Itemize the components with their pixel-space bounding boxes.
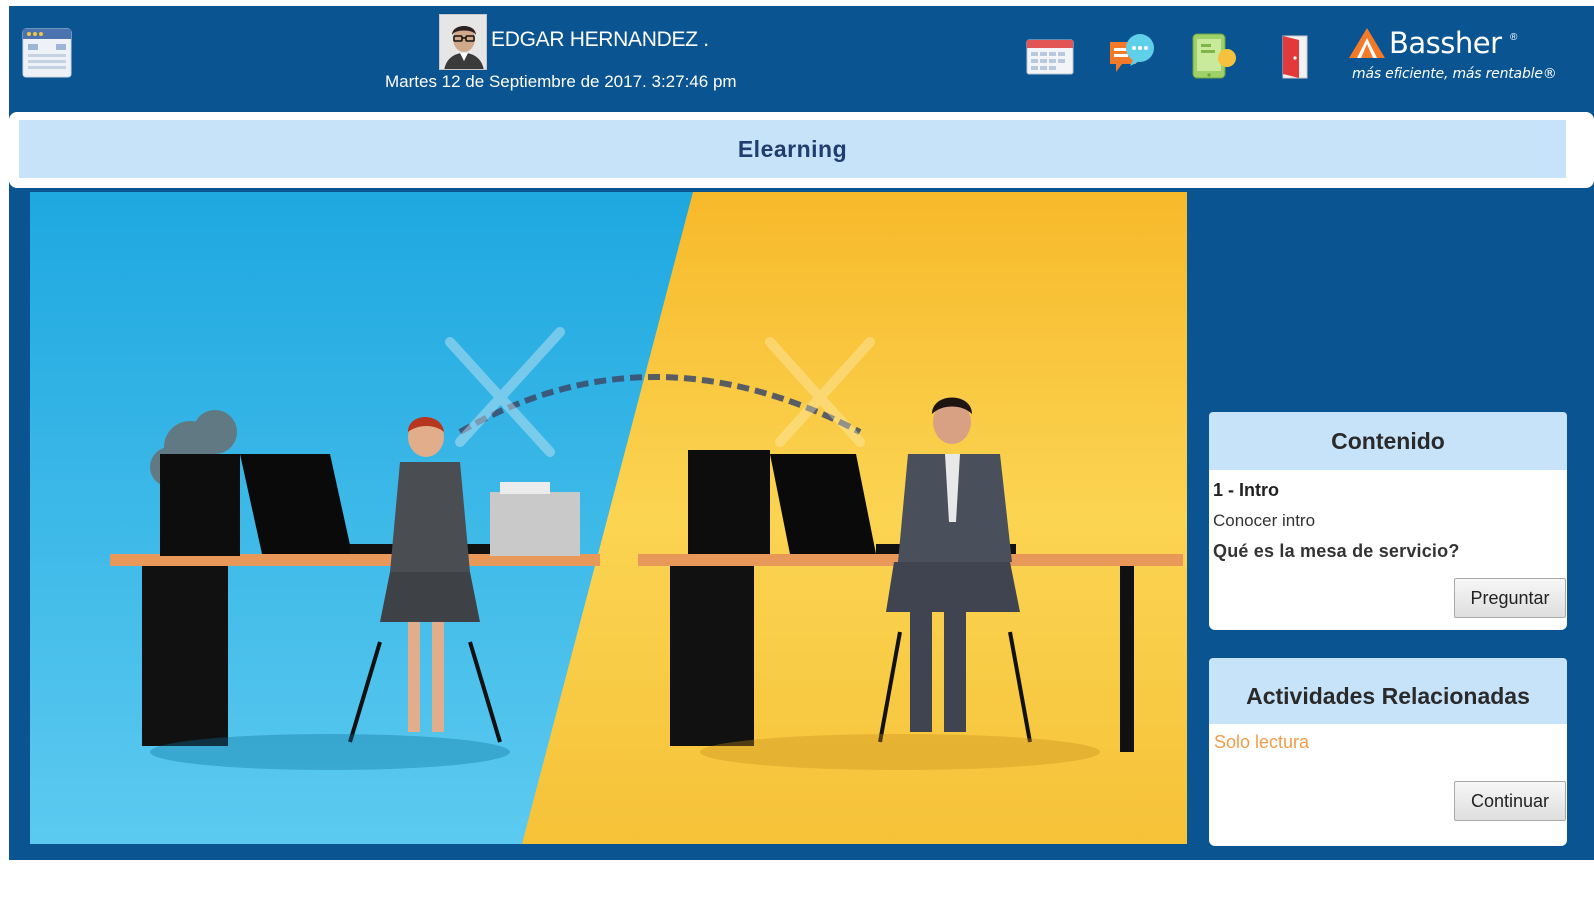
elearning-video[interactable] (30, 192, 1187, 844)
read-only-status: Solo lectura (1214, 732, 1310, 752)
logo-tagline: más eficiente, más rentable® (1352, 66, 1557, 82)
calendar-icon[interactable] (1024, 30, 1076, 82)
current-date: Martes 12 de Septiembre de 2017. 3:27:46… (385, 72, 737, 91)
page-title: Elearning (737, 135, 848, 162)
lesson-number: 1 - Intro (1213, 480, 1279, 500)
preguntar-button[interactable]: Preguntar (1454, 578, 1566, 618)
continuar-button[interactable]: Continuar (1454, 781, 1566, 821)
exit-door-icon[interactable] (1269, 30, 1321, 82)
bassher-logo: Bassher ® más eficiente, más rentable® (1347, 24, 1577, 94)
logo-name: Bassher (1389, 26, 1502, 60)
menu-window-icon[interactable] (22, 28, 72, 78)
logo-triangle-icon (1349, 28, 1385, 58)
actividades-heading: Actividades Relacionadas (1209, 658, 1567, 724)
header-bar: EDGAR HERNANDEZ . Martes 12 de Septiembr… (9, 6, 1594, 110)
lesson-description: Conocer intro (1213, 511, 1316, 530)
user-avatar (439, 14, 487, 70)
tablet-icon[interactable] (1187, 30, 1239, 82)
title-bar: Elearning (19, 120, 1566, 178)
user-name: EDGAR HERNANDEZ . (491, 28, 709, 51)
chat-bubbles-icon[interactable] (1106, 30, 1158, 82)
logo-registered-mark: ® (1510, 32, 1518, 43)
contenido-heading: Contenido (1209, 412, 1567, 470)
contenido-panel: Contenido 1 - Intro Conocer intro Qué es… (1209, 412, 1567, 630)
lesson-question: Qué es la mesa de servicio? (1213, 541, 1460, 561)
actividades-panel: Actividades Relacionadas Solo lectura Co… (1209, 658, 1567, 846)
